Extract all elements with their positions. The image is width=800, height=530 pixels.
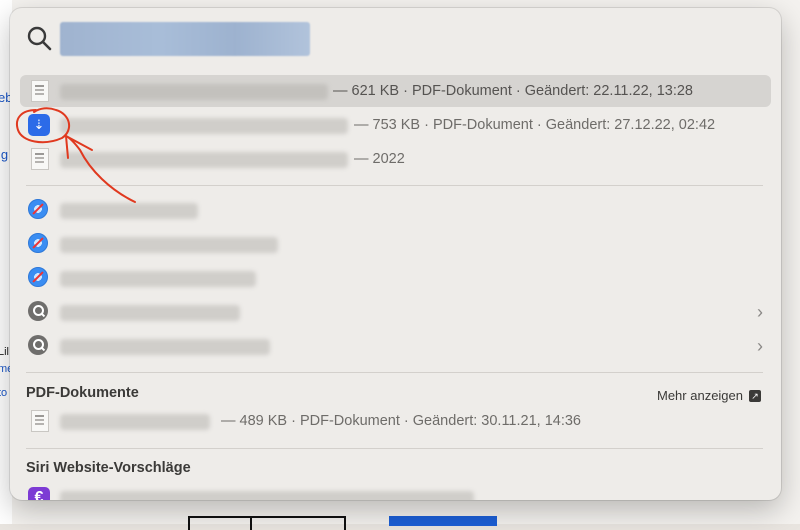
background-text-fragment: Lil: [0, 346, 10, 358]
pdf-document-icon: [31, 148, 49, 170]
safari-icon: [28, 199, 48, 219]
show-more-label: Mehr anzeigen: [657, 388, 743, 403]
euro-icon: €: [28, 487, 50, 500]
result-row[interactable]: — 621 KB · PDF-Dokument · Geändert: 22.1…: [20, 75, 771, 107]
search-suggestion-row[interactable]: ›: [20, 330, 771, 362]
divider: [26, 448, 763, 449]
redacted-filename: [60, 414, 210, 430]
search-icon: [27, 26, 52, 51]
background-text-fragment: to: [0, 387, 8, 399]
safari-icon: [28, 233, 48, 253]
background-blue-button: [389, 516, 497, 526]
section-title-pdf: PDF-Dokumente: [26, 385, 139, 401]
search-bar: [10, 8, 781, 66]
chevron-right-icon[interactable]: ›: [757, 336, 763, 357]
chevron-right-icon[interactable]: ›: [757, 302, 763, 323]
pdf-document-icon: [31, 410, 49, 432]
background-box: [250, 516, 346, 530]
redacted-title: [60, 305, 240, 321]
spotlight-panel: — 621 KB · PDF-Dokument · Geändert: 22.1…: [10, 8, 781, 500]
siri-suggestion-row[interactable]: €: [20, 482, 771, 500]
redacted-title: [60, 237, 278, 253]
redacted-title: [60, 491, 474, 500]
background-text-fragment: ig: [0, 147, 9, 162]
redacted-filename: [60, 152, 348, 168]
result-row[interactable]: — 489 KB · PDF-Dokument · Geändert: 30.1…: [20, 405, 771, 437]
web-result-row[interactable]: [20, 262, 771, 294]
redacted-title: [60, 203, 198, 219]
divider: [26, 185, 763, 186]
redacted-title: [60, 339, 270, 355]
search-suggestion-row[interactable]: ›: [20, 296, 771, 328]
search-suggestion-icon: [28, 335, 48, 355]
result-meta: — 621 KB · PDF-Dokument · Geändert: 22.1…: [333, 83, 694, 99]
section-title-siri: Siri Website-Vorschläge: [26, 460, 191, 476]
dropbox-icon: ⇣: [28, 114, 50, 136]
result-row[interactable]: ⇣ — 753 KB · PDF-Dokument · Geändert: 27…: [20, 109, 771, 141]
web-result-row[interactable]: [20, 194, 771, 226]
web-result-row[interactable]: [20, 228, 771, 260]
redacted-filename: [60, 118, 348, 134]
search-input[interactable]: [60, 22, 310, 56]
safari-icon: [28, 267, 48, 287]
result-meta: — 753 KB · PDF-Dokument · Geändert: 27.1…: [354, 117, 716, 133]
result-meta: — 489 KB · PDF-Dokument · Geändert: 30.1…: [221, 413, 582, 429]
background-box: [188, 516, 252, 530]
search-suggestion-icon: [28, 301, 48, 321]
divider: [26, 372, 763, 373]
arrow-up-right-icon: ↗: [749, 389, 761, 402]
result-meta: — 2022: [354, 151, 405, 167]
show-more-link[interactable]: Mehr anzeigen ↗: [657, 388, 761, 403]
result-row[interactable]: — 2022: [20, 143, 771, 175]
pdf-document-icon: [31, 80, 49, 102]
redacted-title: [60, 271, 256, 287]
redacted-filename: [60, 84, 328, 100]
